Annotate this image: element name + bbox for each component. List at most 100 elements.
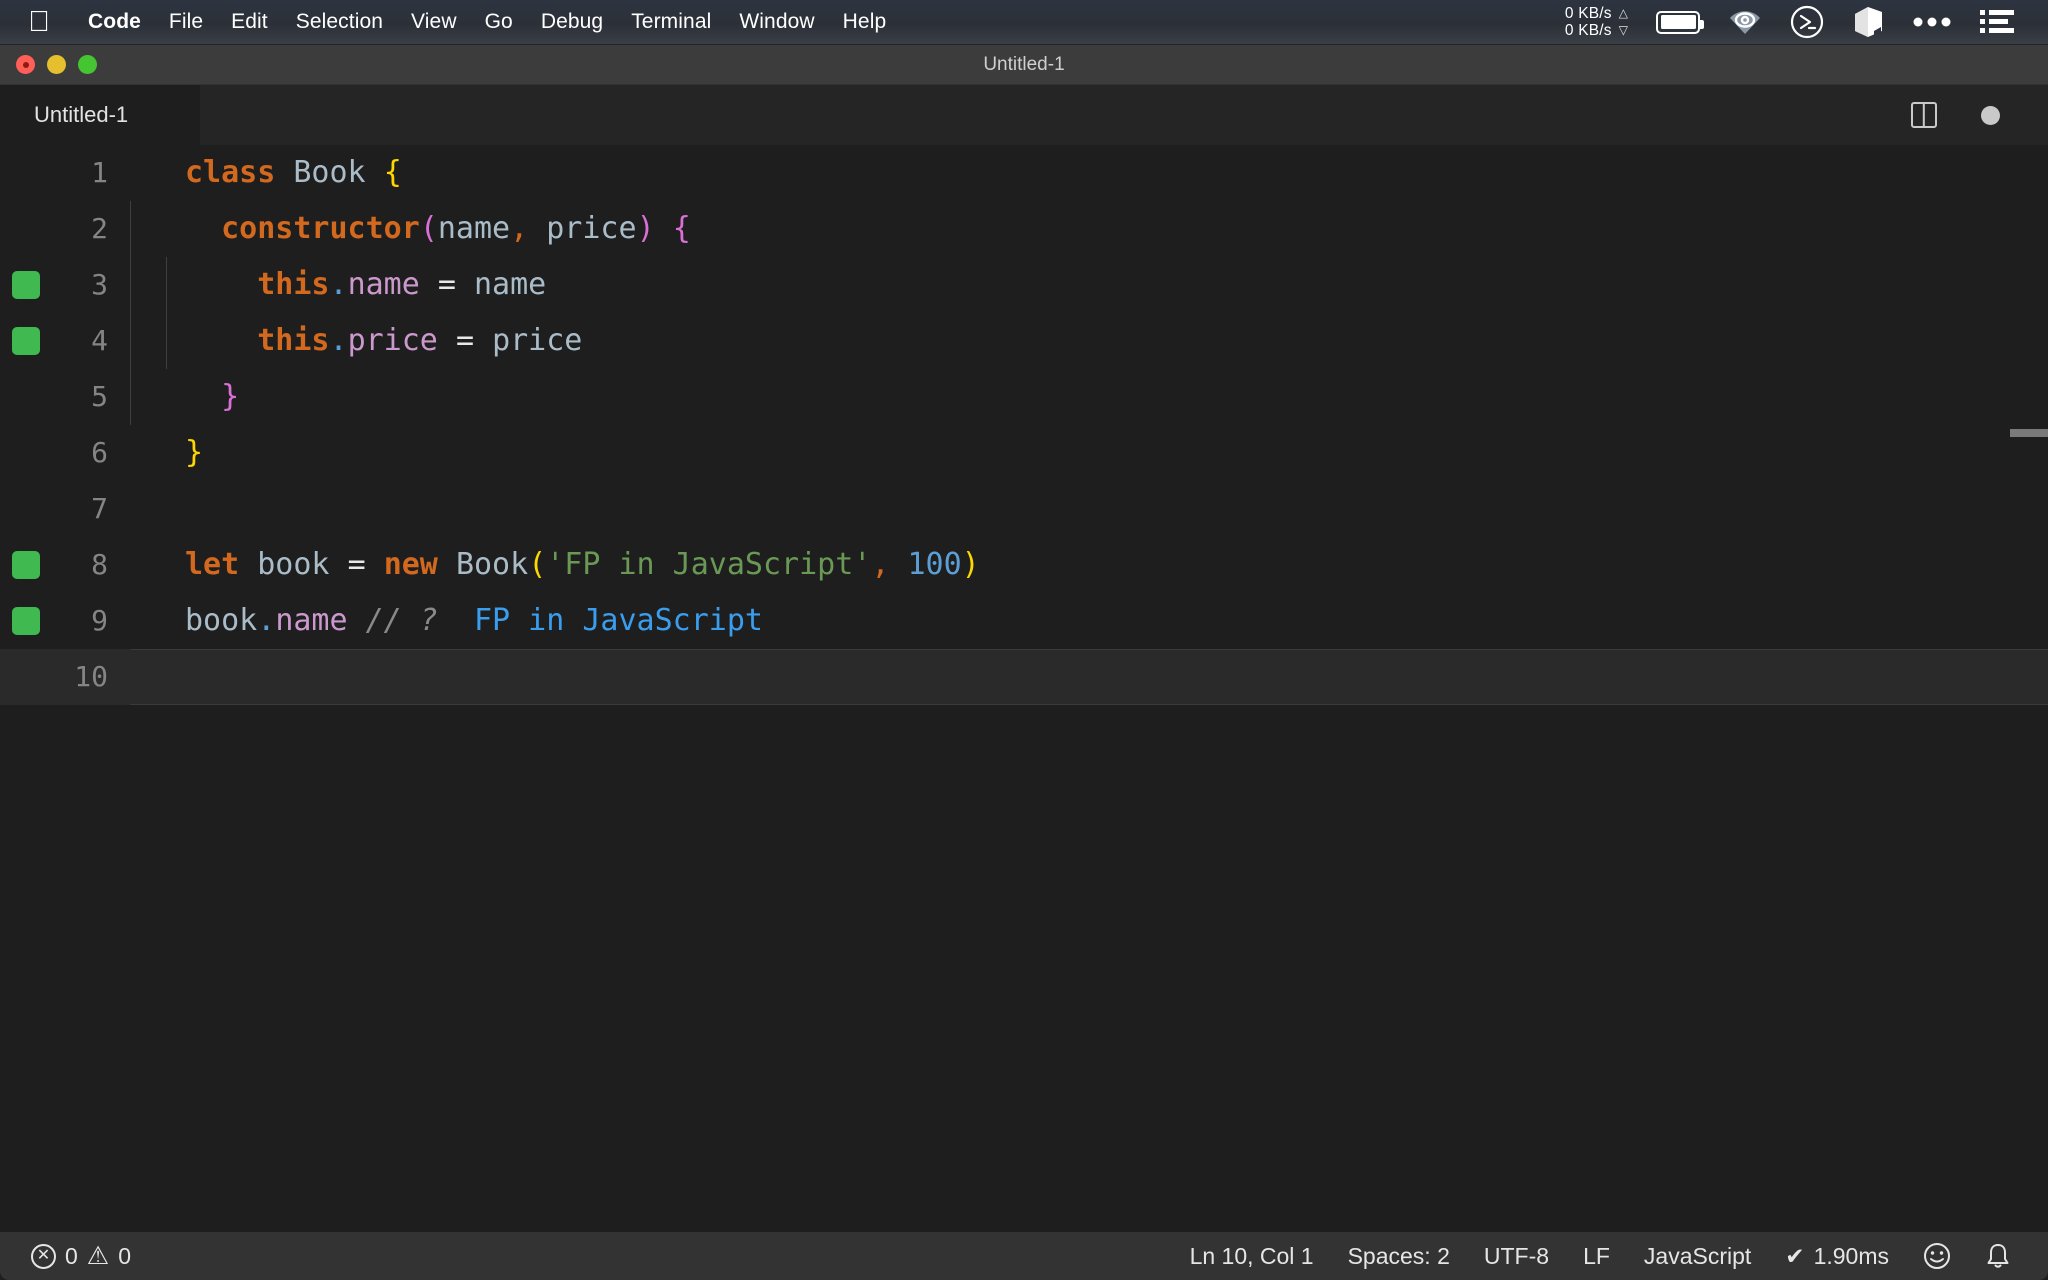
code-editor[interactable]: 1class Book {2 constructor(name, price) … [0,145,2048,1201]
code-token [438,547,456,582]
indent-guide [130,201,131,257]
code-token: ) [962,547,980,582]
cursor-position[interactable]: Ln 10, Col 1 [1173,1243,1331,1270]
code-token: name [348,267,420,302]
vertical-scrollbar-thumb[interactable] [2010,429,2048,437]
code-token [438,603,474,638]
minimize-window-button[interactable] [47,55,66,74]
code-token: 'FP in JavaScript' [546,547,871,582]
code-token: price [528,211,636,246]
code-line[interactable]: 6} [0,425,2048,481]
language-mode[interactable]: JavaScript [1627,1243,1768,1270]
code-line[interactable]: 4 this.price = price [0,313,2048,369]
code-token: = [348,547,366,582]
wifi-eye-icon[interactable] [1714,0,1776,44]
code-tokens: book.name // ? FP in JavaScript [185,593,763,649]
unsaved-indicator[interactable] [1959,106,2022,125]
code-line[interactable]: 9book.name // ? FP in JavaScript [0,593,2048,649]
menu-item-view[interactable]: View [397,0,471,44]
feedback-button[interactable] [1906,1242,1968,1270]
code-token [420,267,438,302]
code-line[interactable]: 2 constructor(name, price) { [0,201,2048,257]
battery-icon[interactable] [1642,0,1714,44]
code-token [889,547,907,582]
code-content[interactable]: } [130,425,2048,481]
terminal-prompt-icon[interactable] [1776,0,1838,44]
code-lines[interactable]: 1class Book {2 constructor(name, price) … [0,145,2048,705]
code-content[interactable]: let book = new Book('FP in JavaScript', … [130,537,2048,593]
coverage-marker-icon[interactable] [12,607,40,635]
traffic-light-controls [0,55,97,74]
code-token [185,323,257,358]
coverage-marker-icon[interactable] [12,327,40,355]
code-content[interactable] [130,649,2048,705]
code-tokens: } [185,425,203,481]
code-line[interactable]: 8let book = new Book('FP in JavaScript',… [0,537,2048,593]
code-content[interactable]: constructor(name, price) { [130,201,2048,257]
code-token: , [871,547,889,582]
code-content[interactable]: this.price = price [130,313,2048,369]
indent-guide [166,313,167,369]
code-content[interactable]: book.name // ? FP in JavaScript [130,593,2048,649]
code-tokens: constructor(name, price) { [185,201,691,257]
cube-icon[interactable] [1838,0,1898,44]
close-window-button[interactable] [16,55,35,74]
indentation-setting[interactable]: Spaces: 2 [1331,1243,1467,1270]
menu-item-debug[interactable]: Debug [527,0,617,44]
control-center-icon[interactable] [1966,0,2028,44]
apple-logo-icon[interactable]:  [26,7,52,37]
code-token: book [185,603,257,638]
runtime-duration: 1.90ms [1814,1243,1889,1270]
code-token: constructor [221,211,420,246]
menubar-items: CodeFileEditSelectionViewGoDebugTerminal… [74,0,900,44]
coverage-marker-icon[interactable] [12,271,40,299]
split-editor-button[interactable] [1889,102,1959,128]
code-token: name [474,267,546,302]
menu-item-go[interactable]: Go [471,0,527,44]
network-speed-indicator[interactable]: 0 KB/s △ 0 KB/s ▽ [1551,0,1642,44]
code-token [330,547,348,582]
problems-status[interactable]: ✕ 0 ⚠ 0 [14,1243,148,1270]
code-line[interactable]: 5 } [0,369,2048,425]
editor-actions [1889,85,2048,145]
code-content[interactable]: class Book { [130,145,2048,201]
file-encoding[interactable]: UTF-8 [1467,1243,1566,1270]
code-line[interactable]: 1class Book { [0,145,2048,201]
ellipsis-icon[interactable] [1898,0,1966,44]
code-token: name [438,211,510,246]
menu-item-help[interactable]: Help [829,0,901,44]
line-number: 10 [0,649,130,705]
line-number: 6 [0,425,130,481]
smiley-icon [1923,1242,1951,1270]
line-number: 5 [0,369,130,425]
code-token: price [492,323,582,358]
code-line[interactable]: 10 [0,649,2048,705]
code-token [185,211,221,246]
menu-item-edit[interactable]: Edit [217,0,282,44]
end-of-line-sequence[interactable]: LF [1566,1243,1627,1270]
code-content[interactable]: } [130,369,2048,425]
window-titlebar: Untitled-1 [0,45,2048,85]
line-number: 1 [0,145,130,201]
tab-untitled-1[interactable]: Untitled-1 [0,85,200,145]
code-tokens: let book = new Book('FP in JavaScript', … [185,537,980,593]
code-line[interactable]: 7 [0,481,2048,537]
quokka-runtime-status[interactable]: ✔ 1.90ms [1768,1243,1906,1270]
menu-item-selection[interactable]: Selection [282,0,397,44]
code-token: this [257,267,329,302]
maximize-window-button[interactable] [78,55,97,74]
coverage-marker-icon[interactable] [12,551,40,579]
indent-guide [130,257,131,313]
code-token [456,267,474,302]
vscode-window: Untitled-1 Untitled-1 1class Book {2 con… [0,45,2048,1280]
menu-item-file[interactable]: File [155,0,217,44]
code-token: FP in JavaScript [474,603,763,638]
menu-item-window[interactable]: Window [725,0,828,44]
indent-guide [130,369,131,425]
menu-item-code[interactable]: Code [74,0,155,44]
code-line[interactable]: 3 this.name = name [0,257,2048,313]
code-content[interactable]: this.name = name [130,257,2048,313]
notifications-button[interactable] [1968,1242,2028,1270]
code-token [275,155,293,190]
menu-item-terminal[interactable]: Terminal [617,0,725,44]
